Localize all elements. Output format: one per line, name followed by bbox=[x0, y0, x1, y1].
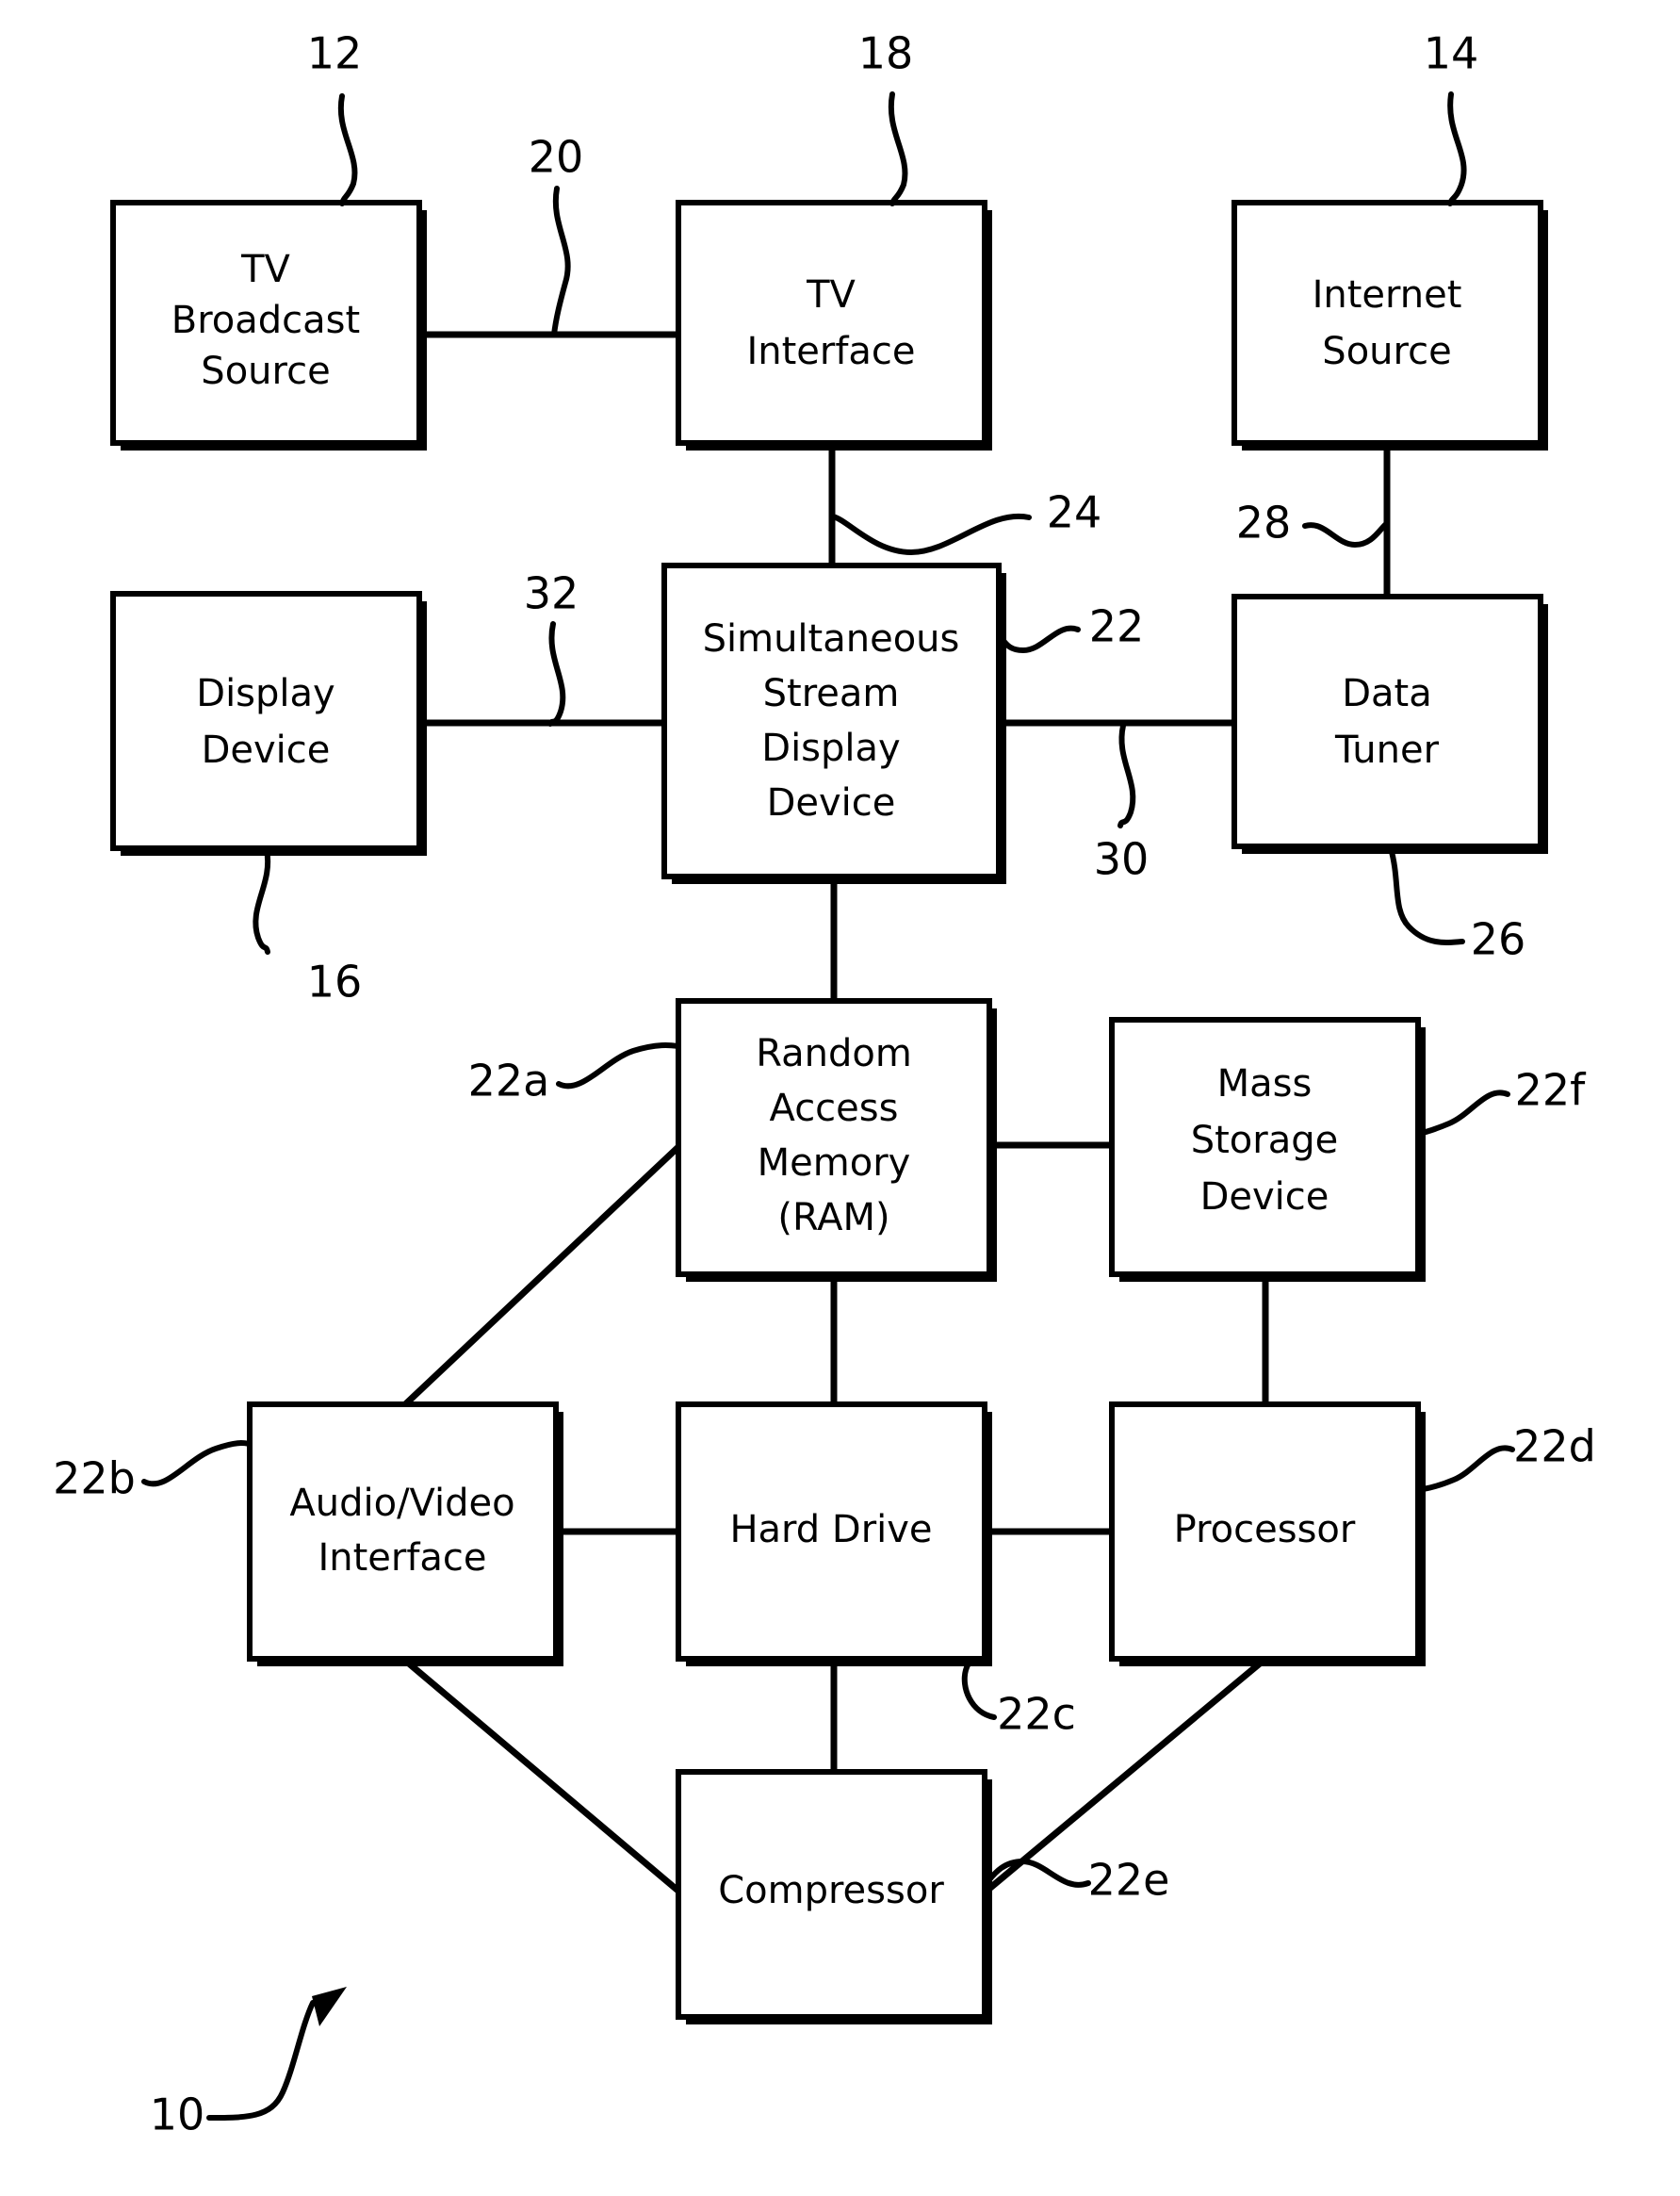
block-outline bbox=[247, 1401, 559, 1662]
connection-numeral: 28 bbox=[1236, 498, 1292, 549]
leader-22a bbox=[556, 1042, 681, 1090]
leader-16 bbox=[253, 847, 271, 955]
block-mass-storage-device[interactable]: Mass Storage Device bbox=[1109, 1017, 1426, 1282]
leader-28 bbox=[1302, 521, 1389, 549]
block-label-line: Stream bbox=[763, 672, 900, 715]
block-outline bbox=[1231, 594, 1543, 849]
block-label-line: Source bbox=[1322, 330, 1451, 373]
reference-numeral: 26 bbox=[1471, 914, 1526, 965]
leader-18 bbox=[888, 91, 908, 206]
block-processor[interactable]: Processor bbox=[1109, 1401, 1426, 1666]
block-label-line: Processor bbox=[1174, 1508, 1356, 1551]
connection-numeral: 30 bbox=[1094, 834, 1150, 885]
leader-22d bbox=[1420, 1445, 1515, 1492]
connector-av-to-compressor-diagonal bbox=[400, 1656, 683, 1895]
block-outline bbox=[676, 200, 987, 446]
connection-numeral: 32 bbox=[524, 568, 579, 619]
leader-22c bbox=[961, 1656, 997, 1720]
reference-numeral: 22f bbox=[1515, 1065, 1588, 1116]
reference-numeral: 22b bbox=[53, 1453, 136, 1504]
reference-numeral: 16 bbox=[307, 957, 363, 1008]
block-display-device[interactable]: Display Device bbox=[110, 591, 427, 856]
leader-20 bbox=[551, 186, 571, 337]
block-label-line: Broadcast bbox=[171, 299, 360, 342]
reference-numeral: 18 bbox=[858, 28, 914, 79]
leader-10 bbox=[206, 2000, 316, 2121]
block-audio-video-interface[interactable]: Audio/Video Interface bbox=[247, 1401, 563, 1666]
connector-ram-to-av-diagonal bbox=[400, 1142, 683, 1409]
block-label-line: Tuner bbox=[1334, 729, 1440, 772]
block-label-line: Hard Drive bbox=[729, 1508, 932, 1551]
block-label-line: Device bbox=[1200, 1175, 1329, 1219]
block-diagram-canvas: TV Broadcast Source TV Interface Interne… bbox=[53, 28, 1596, 2140]
leader-24 bbox=[830, 513, 1032, 556]
reference-numeral: 10 bbox=[150, 2089, 205, 2140]
reference-numeral: 22a bbox=[468, 1056, 550, 1106]
block-outline bbox=[661, 563, 1002, 879]
block-label-line: Mass bbox=[1217, 1062, 1313, 1106]
reference-numeral: 12 bbox=[307, 28, 363, 79]
block-outline bbox=[1231, 200, 1543, 446]
block-compressor[interactable]: Compressor bbox=[676, 1769, 992, 2024]
block-label-line: Simultaneous bbox=[703, 617, 960, 661]
block-label-line: Display bbox=[761, 727, 900, 770]
block-outline bbox=[110, 591, 422, 851]
reference-numeral: 14 bbox=[1424, 28, 1479, 79]
leader-22b bbox=[141, 1440, 253, 1487]
block-hard-drive[interactable]: Hard Drive bbox=[676, 1401, 992, 1666]
leader-14 bbox=[1447, 91, 1467, 206]
reference-numeral: 22c bbox=[997, 1689, 1076, 1740]
leader-30 bbox=[1117, 723, 1136, 828]
reference-numeral: 22d bbox=[1513, 1421, 1596, 1472]
connection-numeral: 20 bbox=[529, 132, 584, 183]
block-label-line: Interface bbox=[746, 330, 915, 373]
block-label-line: Display bbox=[196, 672, 334, 715]
block-label-line: Device bbox=[767, 781, 896, 825]
block-label-line: TV bbox=[806, 273, 856, 317]
block-label-line: Compressor bbox=[718, 1869, 944, 1912]
block-label-line: (RAM) bbox=[777, 1196, 889, 1239]
block-label-line: Storage bbox=[1191, 1119, 1339, 1162]
block-tv-broadcast-source[interactable]: TV Broadcast Source bbox=[110, 200, 427, 451]
block-data-tuner[interactable]: Data Tuner bbox=[1231, 594, 1548, 854]
connection-numeral: 24 bbox=[1047, 487, 1102, 538]
block-label-line: TV bbox=[240, 248, 290, 291]
leader-12 bbox=[337, 93, 358, 206]
leader-22 bbox=[996, 625, 1081, 654]
block-label-line: Random bbox=[756, 1032, 912, 1075]
block-random-access-memory[interactable]: Random Access Memory (RAM) bbox=[676, 998, 997, 1282]
reference-numeral: 22e bbox=[1088, 1855, 1170, 1906]
patent-figure: TV Broadcast Source TV Interface Interne… bbox=[0, 0, 1680, 2196]
leader-22f bbox=[1415, 1090, 1510, 1137]
block-label-line: Interface bbox=[318, 1536, 486, 1580]
block-tv-interface[interactable]: TV Interface bbox=[676, 200, 992, 451]
block-label-line: Data bbox=[1342, 672, 1432, 715]
block-label-line: Device bbox=[202, 729, 331, 772]
arrow-head-10 bbox=[312, 1987, 347, 2026]
block-label-line: Audio/Video bbox=[289, 1482, 514, 1525]
reference-numeral: 22 bbox=[1089, 601, 1145, 652]
block-simultaneous-stream-display-device[interactable]: Simultaneous Stream Display Device bbox=[661, 563, 1006, 884]
block-label-line: Memory bbox=[758, 1141, 911, 1185]
block-internet-source[interactable]: Internet Source bbox=[1231, 200, 1548, 451]
block-label-line: Source bbox=[201, 350, 330, 393]
block-label-line: Access bbox=[770, 1087, 899, 1130]
block-label-line: Internet bbox=[1313, 273, 1462, 317]
leader-32 bbox=[547, 621, 566, 727]
leader-26 bbox=[1388, 845, 1465, 945]
